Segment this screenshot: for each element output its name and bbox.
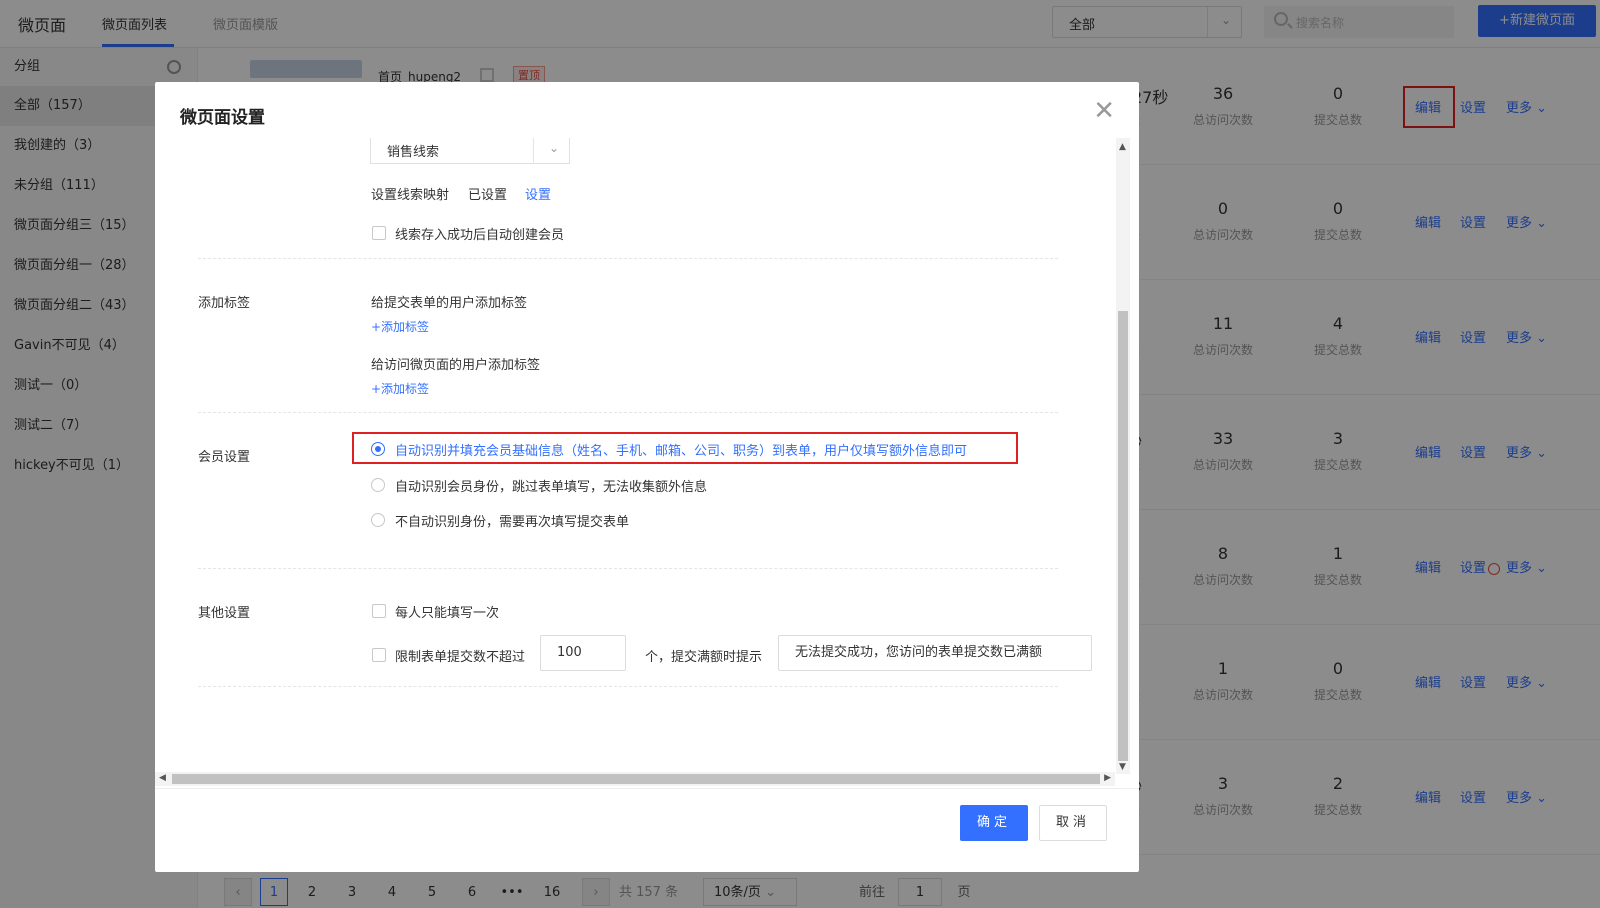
scroll-down-icon[interactable]: ▼ [1119, 762, 1126, 772]
add-tag-submit-link[interactable]: +添加标签 [371, 318, 429, 335]
divider [198, 258, 1058, 259]
vertical-scrollbar[interactable]: ▲ ▼ [1116, 138, 1130, 774]
chevron-down-icon: ⌄ [548, 141, 559, 155]
dialog-footer: 确定 取消 [155, 788, 1139, 872]
limit-submissions-checkbox[interactable] [372, 648, 386, 662]
scroll-left-icon[interactable]: ◀ [159, 773, 166, 783]
once-per-user-checkbox[interactable] [372, 604, 386, 618]
member-option-label: 自动识别并填充会员基础信息（姓名、手机、邮箱、公司、职务）到表单，用户仅填写额外… [395, 444, 968, 459]
section-label-tags: 添加标签 [198, 296, 251, 311]
add-tag-visit-link[interactable]: +添加标签 [371, 380, 429, 397]
lead-mapping-settings-link[interactable]: 设置 [525, 184, 551, 203]
scroll-right-icon[interactable]: ▶ [1104, 773, 1111, 783]
divider [198, 686, 1058, 687]
limit-submissions-label: 限制表单提交数不超过 [395, 650, 526, 665]
limit-suffix-label: 个，提交满额时提示 [645, 650, 763, 665]
tag-visit-desc: 给访问微页面的用户添加标签 [371, 358, 541, 373]
limit-count-input[interactable]: 100 [540, 635, 626, 671]
horizontal-scrollbar[interactable]: ◀ ▶ [155, 772, 1115, 786]
member-option-radio[interactable] [371, 513, 385, 527]
member-option-label: 自动识别会员身份，跳过表单填写，无法收集额外信息 [395, 480, 708, 495]
lead-mapping-status: 已设置 [468, 188, 508, 203]
cancel-button[interactable]: 取消 [1039, 805, 1107, 841]
auto-create-member-label: 线索存入成功后自动创建会员 [395, 228, 565, 243]
lead-mapping-label: 设置线索映射 [371, 188, 450, 203]
section-label-member: 会员设置 [198, 450, 251, 465]
tag-submit-desc: 给提交表单的用户添加标签 [371, 296, 528, 311]
lead-type-select[interactable]: 销售线索 ⌄ [370, 138, 570, 164]
lead-type-value: 销售线索 [387, 145, 440, 160]
close-icon[interactable]: ✕ [1093, 96, 1115, 126]
auto-create-member-checkbox[interactable] [372, 226, 386, 240]
scroll-up-icon[interactable]: ▲ [1119, 142, 1126, 152]
once-per-user-label: 每人只能填写一次 [395, 606, 500, 621]
scrollbar-thumb[interactable] [1118, 311, 1128, 761]
divider [198, 568, 1058, 569]
page-settings-dialog: 微页面设置 ✕ 销售线索 ⌄ 设置线索映射 已设置 设置 线索存入成功后自动创建… [155, 82, 1139, 872]
member-option-label: 不自动识别身份，需要再次填写提交表单 [395, 515, 630, 530]
member-option-radio[interactable] [371, 478, 385, 492]
divider [198, 412, 1058, 413]
dialog-body: 销售线索 ⌄ 设置线索映射 已设置 设置 线索存入成功后自动创建会员 添加标签 … [155, 138, 1115, 772]
limit-message-input[interactable]: 无法提交成功，您访问的表单提交数已满额 [778, 635, 1092, 671]
dialog-title: 微页面设置 [180, 108, 265, 128]
scrollbar-thumb[interactable] [172, 774, 1100, 784]
confirm-button[interactable]: 确定 [960, 805, 1028, 841]
section-label-other: 其他设置 [198, 606, 251, 621]
member-option-radio[interactable] [371, 442, 385, 456]
